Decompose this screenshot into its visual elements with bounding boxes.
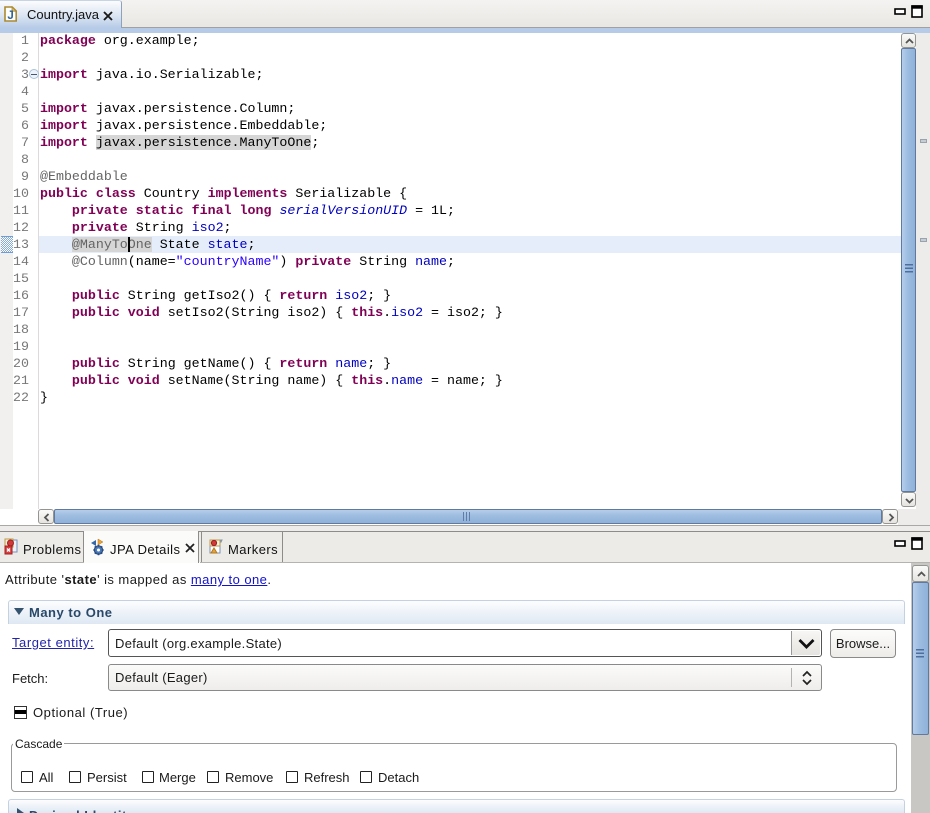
svg-text:J: J xyxy=(7,10,13,22)
